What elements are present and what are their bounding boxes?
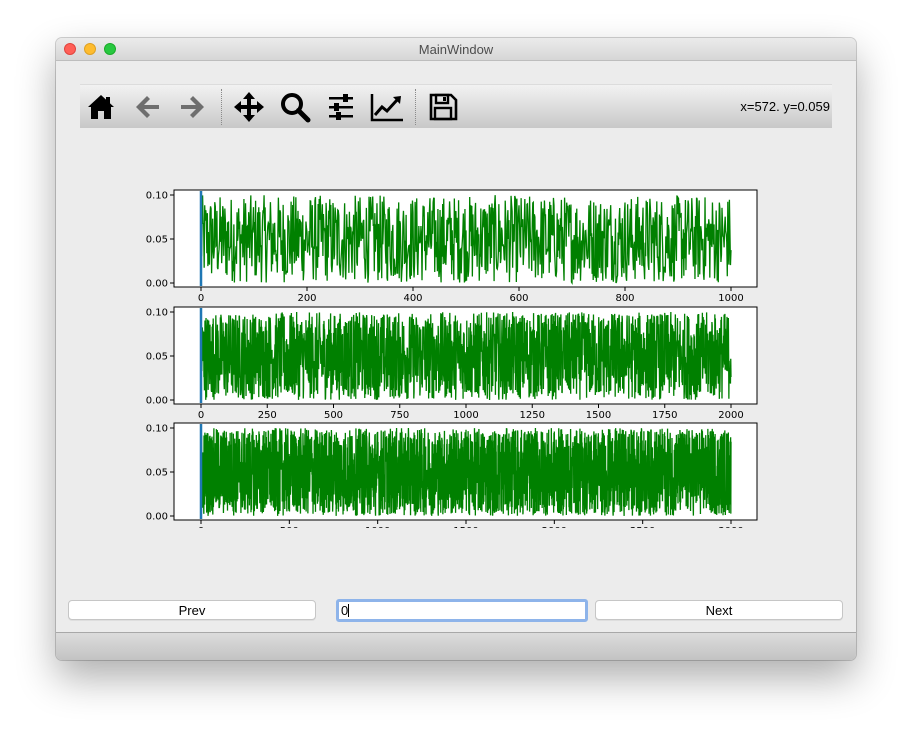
zoom-button[interactable] (278, 90, 312, 124)
x-tick-label: 1000 (365, 526, 390, 528)
x-tick-label: 250 (258, 410, 277, 421)
y-tick-label: 0.00 (146, 512, 168, 523)
page-index-input[interactable]: 0 (336, 599, 588, 622)
toolbar-separator (415, 89, 416, 125)
x-tick-label: 2500 (630, 526, 655, 528)
signal-line (200, 428, 732, 516)
x-tick-label: 3000 (718, 526, 743, 528)
x-tick-label: 2000 (718, 410, 743, 421)
y-tick-label: 0.05 (146, 468, 168, 479)
floppy-disk-icon (429, 93, 458, 121)
home-icon (88, 95, 114, 119)
magnifier-icon (281, 93, 311, 123)
x-tick-label: 1000 (718, 293, 743, 304)
text-caret (348, 604, 350, 617)
edit-axis-button[interactable] (370, 90, 404, 124)
x-tick-label: 500 (324, 410, 343, 421)
x-tick-label: 0 (198, 410, 204, 421)
arrow-right-icon (181, 96, 204, 118)
cursor-coordinates: x=572. y=0.059 (740, 99, 830, 114)
status-bar (56, 632, 856, 660)
next-button[interactable]: Next (595, 600, 843, 620)
back-button[interactable] (130, 90, 164, 124)
window-title: MainWindow (418, 42, 494, 57)
y-tick-label: 0.05 (146, 235, 168, 246)
figure-svg[interactable]: 0 200 400 600 800 1000 0.00 0.05 0.10 0 250 500 750 1… (80, 148, 832, 537)
sliders-icon (329, 94, 353, 120)
page-index-value: 0 (341, 603, 349, 618)
pan-button[interactable] (232, 90, 266, 124)
x-tick-label: 1500 (453, 526, 478, 528)
move-icon (234, 92, 264, 122)
x-tick-label: 200 (297, 293, 316, 304)
x-tick-label: 750 (390, 410, 409, 421)
toolbar-separator (221, 89, 222, 125)
figure-canvas[interactable]: 0 200 400 600 800 1000 0.00 0.05 0.10 0 250 500 750 1… (80, 148, 832, 537)
x-tick-label: 400 (403, 293, 422, 304)
x-tick-label: 500 (280, 526, 299, 528)
navigation-toolbar: x=572. y=0.059 (80, 84, 832, 128)
prev-button[interactable]: Prev (68, 600, 316, 620)
y-tick-label: 0.10 (146, 308, 168, 319)
home-button[interactable] (84, 90, 118, 124)
y-tick-label: 0.00 (146, 279, 168, 290)
y-tick-label: 0.05 (146, 352, 168, 363)
subplot-1[interactable]: 0 200 400 600 800 1000 0.00 0.05 0.10 (146, 189, 758, 304)
x-tick-label: 2000 (542, 526, 567, 528)
x-tick-label: 1250 (520, 410, 545, 421)
save-button[interactable] (426, 90, 460, 124)
title-bar[interactable]: MainWindow (56, 38, 856, 61)
y-tick-label: 0.10 (146, 424, 168, 435)
main-window: MainWindow x=572. y=0.059 0 200 400 600 … (56, 38, 856, 660)
configure-subplots-button[interactable] (324, 90, 358, 124)
arrow-left-icon (136, 96, 159, 118)
x-tick-label: 0 (198, 293, 204, 304)
x-tick-label: 0 (198, 526, 204, 528)
line-chart-icon (370, 94, 403, 122)
x-tick-label: 600 (509, 293, 528, 304)
forward-button[interactable] (176, 90, 210, 124)
x-tick-label: 1500 (586, 410, 611, 421)
x-tick-label: 1000 (453, 410, 478, 421)
subplot-3[interactable]: 0 500 1000 1500 2000 2500 3000 0.00 0.05 0.10 (146, 422, 758, 537)
y-tick-label: 0.10 (146, 191, 168, 202)
y-tick-label: 0.00 (146, 396, 168, 407)
x-tick-label: 800 (615, 293, 634, 304)
x-tick-label: 1750 (652, 410, 677, 421)
subplot-2[interactable]: 0 250 500 750 1000 1250 1500 1750 2000 0.00 0.05 0.… (146, 306, 758, 421)
